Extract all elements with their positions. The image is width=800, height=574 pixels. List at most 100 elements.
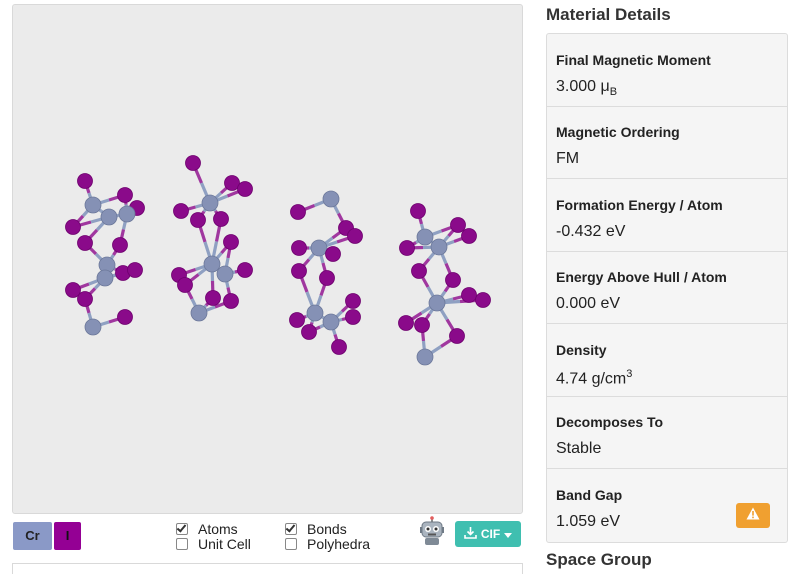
iodine-atom <box>461 287 477 303</box>
chromium-atom <box>416 228 434 246</box>
chromium-atom <box>322 313 340 331</box>
iodine-atom <box>205 290 221 306</box>
cif-download-label: CIF <box>480 527 501 541</box>
band-gap-warning-button[interactable] <box>736 503 770 528</box>
iodine-atom <box>331 339 347 355</box>
iodine-atom <box>190 212 206 228</box>
unit-cell-toggle[interactable]: Unit Cell <box>176 536 251 552</box>
chromium-atom <box>96 269 114 287</box>
iodine-atom <box>117 309 133 325</box>
prop-value: -0.432 eV <box>556 223 626 240</box>
warning-icon <box>746 507 760 525</box>
robot-icon[interactable] <box>418 516 446 546</box>
prop-value: FM <box>556 150 580 167</box>
prop-label: Magnetic Ordering <box>556 124 680 140</box>
prop-value: 0.000 eV <box>556 295 621 312</box>
chromium-atom <box>118 205 136 223</box>
structure-viewer[interactable] <box>12 4 523 514</box>
chromium-atom <box>216 265 234 283</box>
chromium-atom <box>100 208 118 226</box>
atoms-toggle[interactable]: Atoms <box>176 521 238 537</box>
iodine-atom <box>237 181 253 197</box>
iodine-atom <box>347 228 363 244</box>
iodine-atom <box>237 262 253 278</box>
cif-download-button[interactable]: CIF <box>455 521 521 547</box>
iodine-atom <box>399 240 415 256</box>
iodine-atom <box>291 240 307 256</box>
iodine-atom <box>112 237 128 253</box>
prop-value: 4.74 g/cm3 <box>556 368 633 388</box>
iodine-atom <box>325 246 341 262</box>
prop-energy-above-hull: Energy Above Hull / Atom 0.000 eV <box>547 251 787 324</box>
caret-down-icon <box>504 527 513 541</box>
iodine-atom <box>65 219 81 235</box>
iodine-atom <box>77 235 93 251</box>
bonds-checkbox[interactable] <box>285 523 297 535</box>
unit-cell-label: Unit Cell <box>198 536 251 552</box>
chromium-atom <box>322 190 340 208</box>
iodine-atom <box>173 203 189 219</box>
bonds-toggle[interactable]: Bonds <box>285 521 347 537</box>
iodine-atom <box>410 203 426 219</box>
iodine-atom <box>301 324 317 340</box>
download-icon <box>464 526 477 542</box>
polyhedra-label: Polyhedra <box>307 536 371 552</box>
iodine-atom <box>345 293 361 309</box>
iodine-atom <box>77 291 93 307</box>
iodine-atom <box>213 211 229 227</box>
chromium-atom <box>190 304 208 322</box>
prop-value: Stable <box>556 440 602 457</box>
iodine-atom <box>398 315 414 331</box>
iodine-atom <box>345 309 361 325</box>
chromium-atom <box>201 194 219 212</box>
chromium-atom <box>84 196 102 214</box>
iodine-atom <box>127 262 143 278</box>
legend-i: I <box>54 522 81 550</box>
prop-label: Final Magnetic Moment <box>556 52 711 68</box>
space-group-title: Space Group <box>546 550 652 569</box>
iodine-atom <box>461 228 477 244</box>
prop-label: Band Gap <box>556 487 623 503</box>
unit-cell-checkbox[interactable] <box>176 538 188 550</box>
iodine-atom <box>77 173 93 189</box>
chromium-atom <box>430 238 448 256</box>
prop-magnetic-ordering: Magnetic Ordering FM <box>547 106 787 179</box>
iodine-atom <box>185 155 201 171</box>
bonds-label: Bonds <box>307 521 347 537</box>
iodine-atom <box>449 328 465 344</box>
iodine-atom <box>289 312 305 328</box>
iodine-atom <box>445 272 461 288</box>
chromium-atom <box>428 294 446 312</box>
prop-label: Formation Energy / Atom <box>556 197 723 213</box>
prop-formation-energy: Formation Energy / Atom -0.432 eV <box>547 179 787 252</box>
iodine-atom <box>411 263 427 279</box>
iodine-atom <box>450 217 466 233</box>
prop-label: Energy Above Hull / Atom <box>556 269 727 285</box>
iodine-atom <box>290 204 306 220</box>
prop-final-magnetic-moment: Final Magnetic Moment 3.000 μB <box>547 34 787 107</box>
chromium-atom <box>416 348 434 366</box>
iodine-atom <box>414 317 430 333</box>
prop-label: Density <box>556 342 607 358</box>
material-details-title: Material Details <box>546 5 671 24</box>
atoms-label: Atoms <box>198 521 238 537</box>
polyhedra-checkbox[interactable] <box>285 538 297 550</box>
polyhedra-toggle[interactable]: Polyhedra <box>285 536 370 552</box>
chromium-atom <box>310 239 328 257</box>
atoms-checkbox[interactable] <box>176 523 188 535</box>
prop-band-gap: Band Gap 1.059 eV <box>547 469 787 541</box>
prop-value: 1.059 eV <box>556 513 621 530</box>
prop-density: Density 4.74 g/cm3 <box>547 324 787 397</box>
prop-decomposes-to: Decomposes To Stable <box>547 396 787 469</box>
iodine-atom <box>291 263 307 279</box>
chromium-atom <box>84 318 102 336</box>
crystal-structure-canvas[interactable] <box>13 5 522 513</box>
chromium-atom <box>203 255 221 273</box>
chromium-atom <box>306 304 324 322</box>
iodine-atom <box>475 292 491 308</box>
iodine-atom <box>117 187 133 203</box>
prop-value: 3.000 μB <box>556 78 618 99</box>
content-panel-edge <box>12 563 523 574</box>
iodine-atom <box>177 277 193 293</box>
iodine-atom <box>319 270 335 286</box>
